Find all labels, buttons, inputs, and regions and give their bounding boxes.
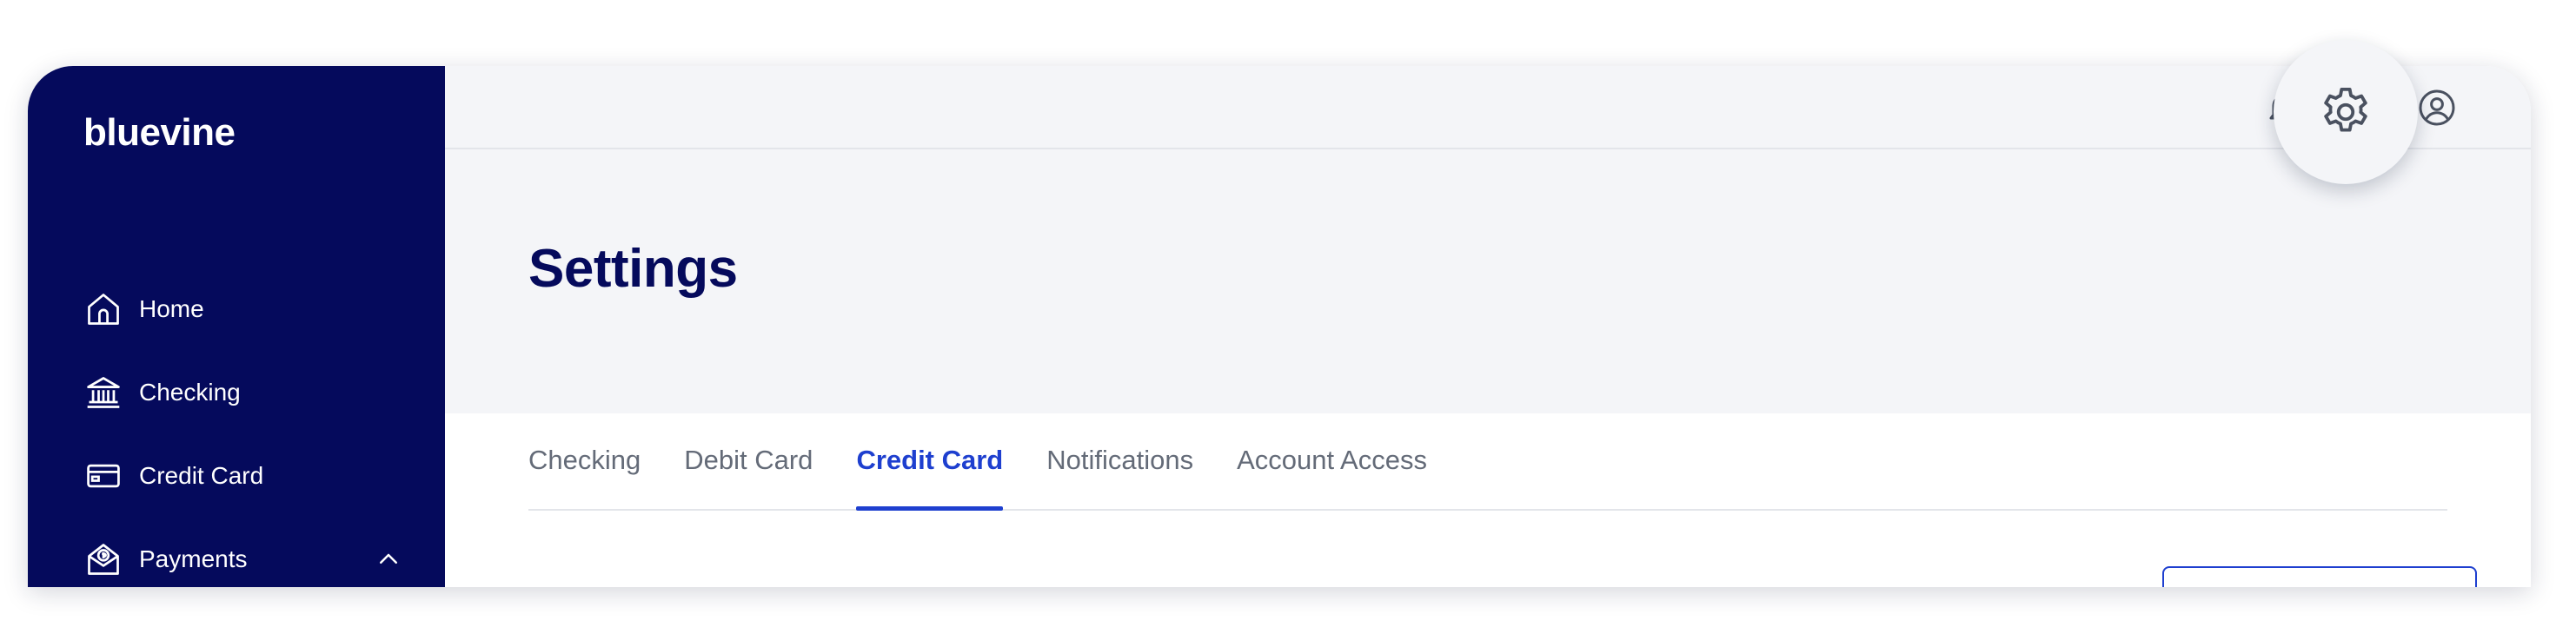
gear-icon — [2324, 87, 2367, 132]
sidebar-item-payments[interactable]: Payments — [83, 518, 414, 587]
sidebar-item-home[interactable]: Home — [83, 267, 414, 351]
settings-gear-button[interactable] — [2274, 40, 2418, 184]
sidebar-item-checking[interactable]: Checking — [83, 351, 414, 434]
sidebar-item-label: Credit Card — [139, 462, 264, 489]
tab-notifications[interactable]: Notifications — [1046, 412, 1193, 509]
tab-credit-card[interactable]: Credit Card — [856, 412, 1003, 511]
tab-debit-card[interactable]: Debit Card — [684, 412, 813, 509]
page-title: Settings — [528, 239, 738, 299]
user-icon[interactable] — [2416, 87, 2458, 129]
tab-account-access[interactable]: Account Access — [1237, 412, 1427, 509]
sidebar-nav: Home Checking Credit Card Payments — [83, 267, 414, 587]
sidebar-item-label: Payments — [139, 545, 248, 572]
outlined-button[interactable] — [2162, 566, 2477, 587]
main-content: Settings Checking Debit Card Credit Card… — [445, 66, 2531, 587]
home-icon — [83, 289, 123, 329]
credit-card-icon — [83, 456, 123, 496]
bank-icon — [83, 373, 123, 413]
settings-tabs: Checking Debit Card Credit Card Notifica… — [528, 413, 2447, 511]
sidebar-item-label: Home — [139, 295, 204, 322]
tab-checking[interactable]: Checking — [528, 412, 641, 509]
app-window: bluevine Home Checking Credit Card Payme… — [28, 66, 2531, 587]
sidebar-item-label: Checking — [139, 379, 241, 406]
payments-icon — [83, 539, 123, 579]
bluevine-logo[interactable]: bluevine — [83, 111, 236, 155]
top-bar — [445, 66, 2531, 149]
sidebar-item-credit-card[interactable]: Credit Card — [83, 434, 414, 518]
settings-header — [445, 149, 2531, 413]
sidebar: bluevine Home Checking Credit Card Payme… — [28, 66, 445, 587]
chevron-up-icon[interactable] — [375, 546, 402, 572]
